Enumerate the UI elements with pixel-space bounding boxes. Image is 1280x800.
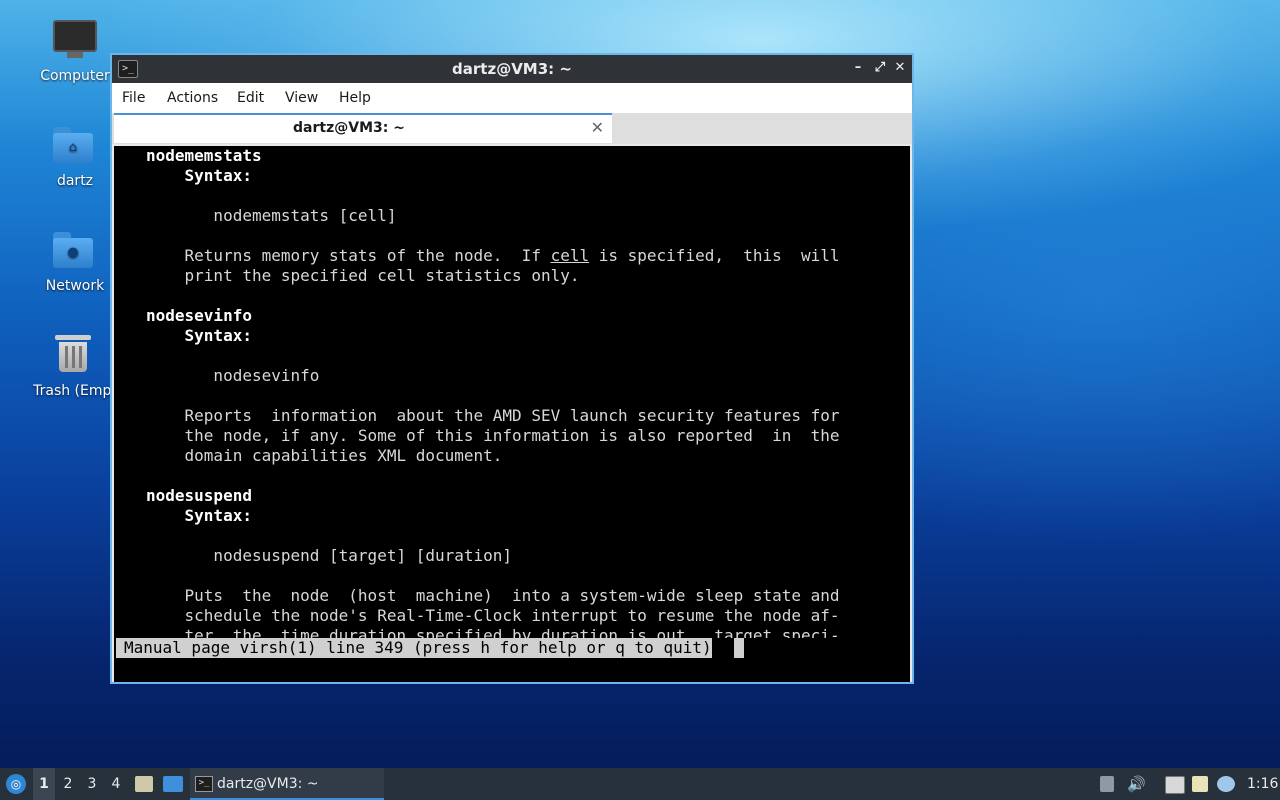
tab-bar: dartz@VM3: ~ ✕ (112, 113, 912, 144)
minimize-button[interactable]: – (849, 59, 867, 77)
terminal-line: nodesevinfo (146, 366, 320, 385)
terminal-line: ter the time duration specified by durat… (146, 626, 840, 638)
tab-title: dartz@VM3: ~ (293, 120, 405, 136)
terminal-line: Puts the node (host machine) into a syst… (146, 586, 840, 605)
workspace-2-button[interactable]: 2 (57, 768, 79, 800)
tab-close-icon[interactable]: ✕ (591, 118, 604, 137)
terminal-line: nodememstats (146, 146, 262, 165)
menu-edit[interactable]: Edit (237, 90, 264, 106)
volume-icon[interactable]: 🔊 (1127, 768, 1146, 800)
menu-bar: File Actions Edit View Help (112, 83, 912, 114)
window-titlebar[interactable]: >_ dartz@VM3: ~ – ⤢ ✕ (112, 55, 912, 83)
desktop-icon-label: Computer (40, 68, 110, 84)
desktop-icon-trash[interactable]: Trash (Empt (27, 331, 123, 399)
desktop-icon-network[interactable]: ● Network (27, 226, 123, 294)
window-title: dartz@VM3: ~ (452, 60, 572, 78)
tab-terminal[interactable]: dartz@VM3: ~ ✕ (114, 113, 612, 143)
lubuntu-logo-icon: ◎ (6, 774, 26, 794)
workspace-1-button[interactable]: 1 (33, 768, 55, 800)
home-folder-icon: ⌂ (51, 121, 99, 169)
terminal-cursor (734, 638, 744, 658)
menu-view[interactable]: View (285, 90, 318, 106)
menu-help[interactable]: Help (339, 90, 371, 106)
workspace-4-button[interactable]: 4 (105, 768, 127, 800)
desktop-icon-home[interactable]: ⌂ dartz (27, 121, 123, 189)
taskbar: ◎ 1 2 3 4 >_ dartz@VM3: ~ 🔊 1:16 (0, 768, 1280, 800)
terminal-line: Syntax: (146, 326, 252, 345)
pager-status-line: Manual page virsh(1) line 349 (press h f… (116, 638, 712, 658)
clipboard-icon[interactable] (1192, 776, 1208, 792)
terminal-line: Reports information about the AMD SEV la… (146, 406, 840, 425)
desktop-icon-label: dartz (56, 173, 94, 189)
terminal-line: Returns memory stats of the node. If cel… (146, 246, 840, 265)
clock[interactable]: 1:16 (1247, 768, 1278, 800)
desktop-icon-computer[interactable]: Computer (27, 16, 123, 84)
show-desktop-icon[interactable] (163, 776, 183, 792)
terminal-line: Syntax: (146, 506, 252, 525)
terminal-line: schedule the node's Real-Time-Clock inte… (146, 606, 840, 625)
terminal-line: nodesuspend [target] [duration] (146, 546, 513, 565)
terminal-line: nodememstats [cell] (146, 206, 397, 225)
maximize-button[interactable]: ⤢ (871, 59, 889, 77)
terminal-output[interactable]: nodememstats Syntax: nodememstats [cell]… (114, 146, 910, 682)
desktop-background: Computer ⌂ dartz ● Network Trash (Empt >… (0, 0, 1280, 800)
close-button[interactable]: ✕ (891, 59, 909, 77)
update-notifier-icon[interactable] (1217, 776, 1235, 792)
terminal-line: domain capabilities XML document. (146, 446, 503, 465)
trash-icon (51, 331, 99, 379)
terminal-icon: >_ (195, 776, 213, 792)
terminal-line: Syntax: (146, 166, 252, 185)
notification-up-icon[interactable] (1100, 776, 1114, 792)
terminal-window: >_ dartz@VM3: ~ – ⤢ ✕ File Actions Edit … (110, 53, 914, 684)
menu-actions[interactable]: Actions (167, 90, 218, 106)
terminal-line: the node, if any. Some of this informati… (146, 426, 840, 445)
desktop-icon-label: Trash (Empt (33, 383, 117, 399)
menu-file[interactable]: File (122, 90, 145, 106)
desktop-icon-label: Network (45, 278, 105, 294)
network-folder-icon: ● (51, 226, 99, 274)
terminal-line: print the specified cell statistics only… (146, 266, 580, 285)
computer-icon (51, 16, 99, 64)
taskbar-item-terminal[interactable]: >_ dartz@VM3: ~ (190, 768, 384, 800)
start-menu-button[interactable]: ◎ (4, 768, 28, 800)
network-status-icon[interactable] (1165, 776, 1185, 794)
terminal-line: nodesuspend (146, 486, 252, 505)
taskbar-item-label: dartz@VM3: ~ (217, 776, 319, 792)
file-manager-icon[interactable] (135, 776, 153, 792)
terminal-line: nodesevinfo (146, 306, 252, 325)
workspace-3-button[interactable]: 3 (81, 768, 103, 800)
